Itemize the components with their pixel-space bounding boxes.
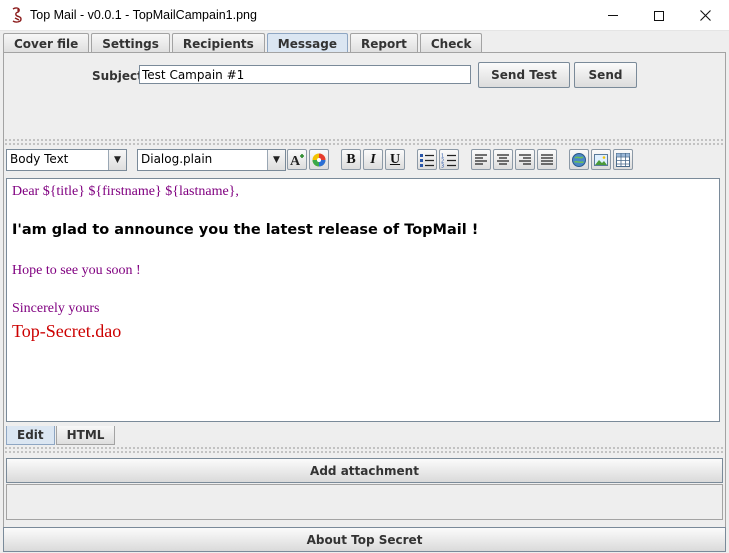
insert-table-button[interactable] bbox=[613, 149, 633, 170]
insert-image-icon bbox=[594, 153, 608, 166]
about-button[interactable]: About Top Secret bbox=[3, 527, 726, 552]
font-family-value: Dialog.plain bbox=[141, 152, 213, 166]
hope-line: Hope to see you soon ! bbox=[12, 263, 141, 278]
message-editor[interactable]: Dear ${title} ${firstname} ${lastname}, … bbox=[6, 178, 720, 422]
chevron-down-icon: ▼ bbox=[108, 150, 126, 170]
tab-check[interactable]: Check bbox=[419, 33, 483, 53]
align-right-icon bbox=[519, 153, 531, 165]
maximize-button[interactable] bbox=[636, 0, 682, 31]
insert-link-button[interactable] bbox=[569, 149, 589, 170]
align-center-button[interactable] bbox=[493, 149, 513, 170]
tab-edit[interactable]: Edit bbox=[6, 426, 55, 445]
numbered-list-button[interactable]: 1 2 3 bbox=[439, 149, 459, 170]
tab-settings[interactable]: Settings bbox=[91, 33, 170, 53]
align-left-icon bbox=[475, 153, 487, 165]
insert-image-button[interactable] bbox=[591, 149, 611, 170]
greeting-line: Dear ${title} ${firstname} ${lastname}, bbox=[12, 184, 239, 199]
headline-line: I'am glad to announce you the latest rel… bbox=[12, 222, 479, 238]
font-color-icon: A bbox=[290, 153, 304, 168]
bold-button[interactable]: B bbox=[341, 149, 361, 170]
paragraph-style-select[interactable]: Body Text ▼ bbox=[6, 149, 127, 171]
align-justify-icon bbox=[541, 153, 553, 165]
svg-text:A: A bbox=[290, 154, 301, 168]
send-button[interactable]: Send bbox=[574, 62, 637, 88]
color-picker-button[interactable] bbox=[309, 149, 329, 170]
splitter-handle[interactable] bbox=[4, 446, 725, 454]
signature-line: Top-Secret.dao bbox=[12, 321, 122, 341]
align-right-button[interactable] bbox=[515, 149, 535, 170]
insert-table-icon bbox=[616, 152, 630, 167]
close-button[interactable] bbox=[682, 0, 728, 31]
tab-report[interactable]: Report bbox=[350, 33, 418, 53]
tab-html[interactable]: HTML bbox=[55, 426, 116, 445]
bullet-list-button[interactable] bbox=[417, 149, 437, 170]
add-attachment-button[interactable]: Add attachment bbox=[6, 458, 723, 483]
svg-text:3: 3 bbox=[441, 163, 444, 168]
minimize-icon bbox=[608, 15, 618, 16]
bullet-list-icon bbox=[420, 153, 434, 167]
color-wheel-icon bbox=[312, 153, 326, 166]
insert-link-icon bbox=[572, 152, 586, 167]
close-icon bbox=[699, 10, 711, 21]
sincerely-line: Sincerely yours bbox=[12, 301, 100, 316]
editor-mode-tabs: Edit HTML bbox=[6, 426, 116, 445]
tab-message[interactable]: Message bbox=[266, 33, 348, 53]
splitter-handle[interactable] bbox=[4, 138, 725, 146]
subject-label: Subject bbox=[92, 69, 143, 83]
align-center-icon bbox=[497, 153, 509, 165]
minimize-button[interactable] bbox=[590, 0, 636, 31]
font-family-select[interactable]: Dialog.plain ▼ bbox=[137, 149, 286, 171]
dragon-app-icon bbox=[12, 7, 22, 23]
main-tabs: Cover file Settings Recipients Message R… bbox=[3, 33, 484, 53]
tab-recipients[interactable]: Recipients bbox=[171, 33, 265, 53]
maximize-icon bbox=[654, 10, 664, 21]
italic-button[interactable]: I bbox=[363, 149, 383, 170]
bold-icon: B bbox=[346, 151, 356, 167]
chevron-down-icon: ▼ bbox=[267, 150, 285, 170]
italic-icon: I bbox=[370, 151, 376, 167]
font-color-button[interactable]: A bbox=[287, 149, 307, 170]
title-bar: Top Mail - v0.0.1 - TopMailCampain1.png bbox=[0, 0, 729, 31]
align-left-button[interactable] bbox=[471, 149, 491, 170]
send-test-button[interactable]: Send Test bbox=[478, 62, 570, 88]
underline-icon: U bbox=[389, 151, 401, 167]
paragraph-style-value: Body Text bbox=[10, 152, 69, 166]
subject-input[interactable] bbox=[139, 65, 471, 84]
editor-toolbar: Body Text ▼ Dialog.plain ▼ A B I U 1 2 3 bbox=[6, 148, 723, 172]
window-title: Top Mail - v0.0.1 - TopMailCampain1.png bbox=[30, 8, 257, 22]
align-justify-button[interactable] bbox=[537, 149, 557, 170]
tab-cover-file[interactable]: Cover file bbox=[3, 33, 90, 53]
attachment-list bbox=[6, 484, 723, 520]
underline-button[interactable]: U bbox=[385, 149, 405, 170]
numbered-list-icon: 1 2 3 bbox=[441, 153, 456, 168]
